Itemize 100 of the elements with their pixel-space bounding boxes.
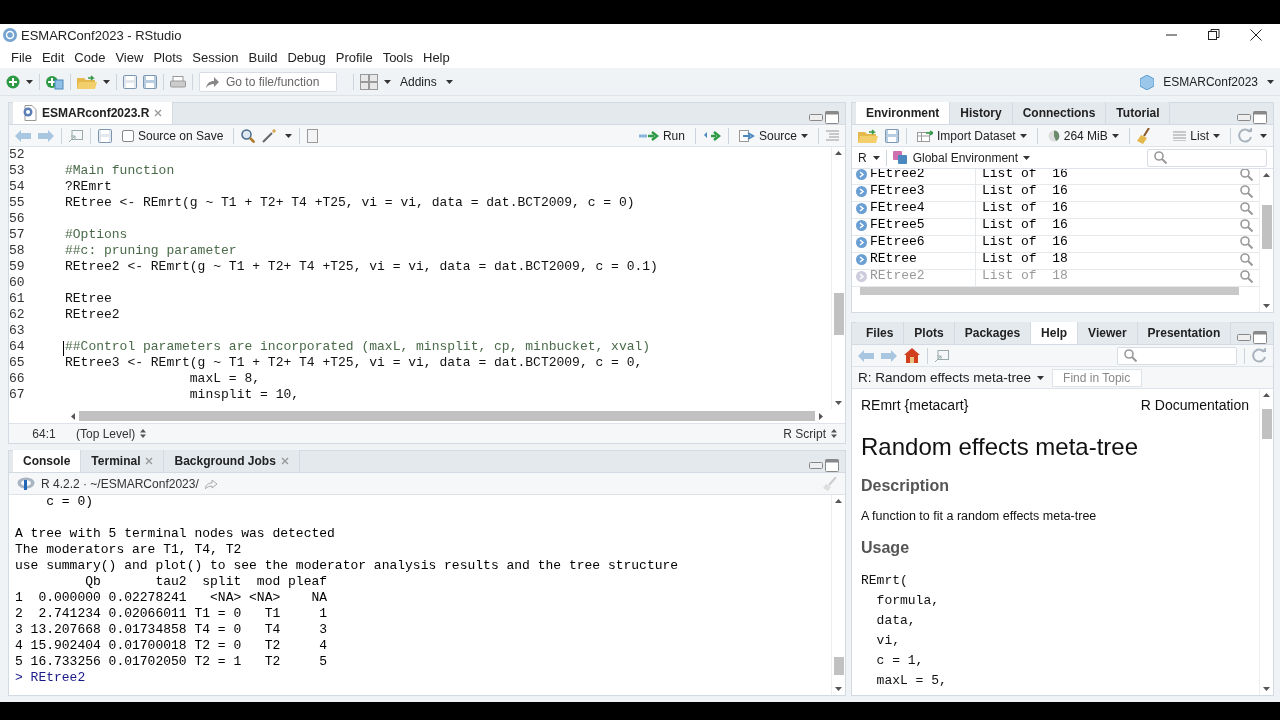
maximize-pane-icon[interactable]	[1253, 331, 1267, 344]
grid-layout-icon[interactable]	[360, 74, 378, 90]
outline-icon[interactable]	[826, 130, 839, 141]
save-icon[interactable]	[885, 128, 899, 143]
pane-tab[interactable]: History	[950, 102, 1013, 124]
pane-tab[interactable]: Packages	[954, 322, 1032, 344]
menu-item[interactable]: File	[6, 47, 37, 67]
maximize-pane-icon[interactable]	[1253, 111, 1267, 124]
environment-row[interactable]: FEtree4 List of 16	[852, 198, 1259, 219]
scroll-down-icon[interactable]	[1263, 687, 1270, 691]
back-arrow-icon[interactable]	[858, 349, 874, 362]
caret-icon[interactable]	[26, 80, 33, 84]
go-to-directory-icon[interactable]	[204, 478, 217, 489]
search-field[interactable]	[1117, 346, 1237, 365]
expand-circle-icon[interactable]	[856, 202, 867, 214]
pane-tab[interactable]: Plots	[904, 322, 955, 344]
scroll-up-icon[interactable]	[1263, 393, 1270, 397]
scroll-down-icon[interactable]	[835, 687, 842, 691]
restore-icon[interactable]	[1208, 29, 1220, 41]
forward-arrow-icon[interactable]	[881, 349, 897, 362]
menu-item[interactable]: Debug	[282, 47, 331, 67]
close-icon[interactable]	[1250, 29, 1262, 41]
environment-row[interactable]: FEtree5 List of 16	[852, 215, 1259, 236]
environment-row[interactable]: REtree List of 18	[852, 249, 1259, 270]
addins-menu[interactable]: Addins	[397, 74, 440, 90]
menu-item[interactable]: Build	[243, 47, 283, 67]
pane-tab[interactable]: Files	[856, 322, 905, 344]
menu-item[interactable]: View	[110, 47, 149, 67]
memory-usage-button[interactable]: 264 MiB	[1044, 127, 1122, 144]
scroll-left-icon[interactable]	[71, 412, 75, 420]
find-in-topic-field[interactable]: Find in Topic	[1052, 368, 1143, 387]
minimize-pane-icon[interactable]	[809, 114, 823, 121]
pane-tab[interactable]: Terminal	[81, 450, 165, 472]
scrollbar-thumb[interactable]	[1262, 205, 1272, 249]
scrollbar-thumb[interactable]	[834, 657, 844, 675]
minimize-pane-icon[interactable]	[1237, 334, 1251, 341]
caret-icon[interactable]	[1267, 80, 1274, 84]
refresh-icon[interactable]	[1238, 128, 1253, 143]
menu-item[interactable]: Help	[418, 47, 455, 67]
scope-selector[interactable]: (Top Level)	[76, 426, 147, 441]
expand-circle-icon[interactable]	[856, 185, 867, 197]
folder-icon[interactable]	[77, 75, 97, 89]
menu-item[interactable]: Plots	[148, 47, 188, 67]
project-menu[interactable]: ESMARConf2023	[1160, 74, 1261, 90]
pane-tab[interactable]: Environment	[856, 102, 951, 124]
scroll-up-icon[interactable]	[835, 151, 842, 155]
scroll-up-icon[interactable]	[1263, 173, 1270, 177]
run-button[interactable]: Run	[635, 127, 688, 144]
topic-selector[interactable]: R: Random effects meta-tree	[858, 370, 1045, 385]
expand-circle-icon[interactable]	[856, 236, 867, 248]
pane-tab[interactable]: Help	[1031, 322, 1079, 344]
pane-tab[interactable]: ESMARconf2023.R	[13, 102, 174, 124]
menu-item[interactable]: Session	[187, 47, 244, 67]
pane-tab[interactable]: Presentation	[1137, 322, 1232, 344]
scroll-down-icon[interactable]	[1263, 304, 1270, 308]
maximize-pane-icon[interactable]	[825, 111, 839, 124]
caret-icon[interactable]	[285, 133, 293, 138]
menu-item[interactable]: Edit	[36, 47, 70, 67]
source-button[interactable]: Source	[735, 127, 811, 144]
pane-tab[interactable]: Viewer	[1078, 322, 1138, 344]
home-icon[interactable]	[904, 348, 920, 363]
horizontal-scrollbar[interactable]	[860, 287, 1239, 295]
popout-icon[interactable]	[935, 349, 949, 362]
new-file-icon[interactable]	[6, 75, 20, 89]
expand-circle-icon[interactable]	[856, 219, 867, 231]
notebook-icon[interactable]	[307, 128, 319, 143]
caret-icon[interactable]	[1260, 133, 1267, 138]
save-icon[interactable]	[143, 75, 157, 89]
environment-row[interactable]: FEtree3 List of 16	[852, 181, 1259, 202]
language-selector[interactable]: R	[858, 150, 880, 165]
search-field[interactable]	[1147, 148, 1267, 167]
save-icon[interactable]	[123, 75, 137, 89]
rerun-icon[interactable]	[702, 130, 721, 141]
broom-icon[interactable]	[1136, 127, 1151, 144]
pane-tab[interactable]: Connections	[1012, 102, 1107, 124]
search-icon[interactable]	[241, 128, 256, 143]
scroll-up-icon[interactable]	[835, 499, 842, 503]
scrollbar-thumb[interactable]	[1262, 409, 1272, 439]
minimize-pane-icon[interactable]	[1237, 114, 1251, 121]
menu-item[interactable]: Code	[69, 47, 111, 67]
scrollbar-thumb[interactable]	[834, 293, 844, 335]
menu-item[interactable]: Tools	[377, 47, 418, 67]
scrollbar-thumb[interactable]	[79, 411, 815, 421]
source-on-save-checkbox[interactable]: Source on Save	[119, 127, 227, 144]
back-arrow-icon[interactable]	[15, 129, 31, 142]
file-type-selector[interactable]: R Script	[783, 426, 837, 441]
minimize-pane-icon[interactable]	[809, 462, 823, 469]
refresh-icon[interactable]	[1252, 348, 1267, 363]
pane-tab[interactable]: Console	[13, 450, 82, 472]
popout-icon[interactable]	[69, 129, 83, 142]
save-icon[interactable]	[98, 128, 112, 143]
expand-circle-icon[interactable]	[856, 270, 867, 282]
forward-arrow-icon[interactable]	[38, 129, 54, 142]
print-icon[interactable]	[170, 75, 186, 89]
environment-selector[interactable]: Global Environment	[892, 150, 1031, 165]
menu-item[interactable]: Profile	[330, 47, 378, 67]
new-project-icon[interactable]	[46, 74, 64, 90]
expand-circle-icon[interactable]	[856, 169, 867, 180]
import-dataset-button[interactable]: Import Dataset	[914, 127, 1030, 144]
scroll-right-icon[interactable]	[819, 412, 823, 420]
